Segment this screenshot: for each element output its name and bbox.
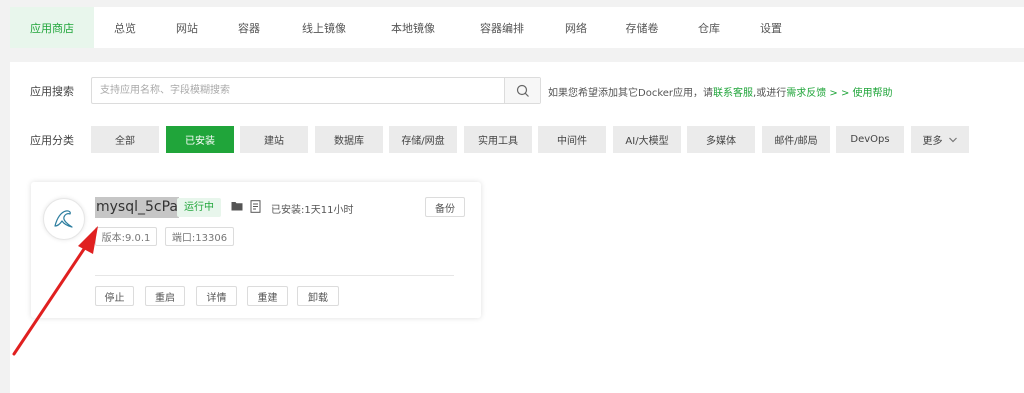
tab-app-store[interactable]: 应用商店 <box>10 7 94 48</box>
category-label: 应用分类 <box>30 134 74 147</box>
search-box <box>91 77 541 104</box>
mysql-dolphin-icon <box>54 210 73 228</box>
stop-button[interactable]: 停止 <box>95 286 134 306</box>
help-link[interactable]: > > 使用帮助 <box>826 88 892 99</box>
app-store-panel: 应用搜索 如果您希望添加其它Docker应用，请联系客服,或进行需求反馈 > >… <box>10 62 1024 393</box>
search-button[interactable] <box>504 78 540 103</box>
category-more-dropdown[interactable]: 更多 <box>911 126 969 153</box>
hint-text-middle: ,或进行 <box>753 88 787 99</box>
version-tag: 版本:9.0.1 <box>95 227 157 246</box>
tab-overview[interactable]: 总览 <box>94 7 156 48</box>
install-duration: 已安装:1天11小时 <box>271 205 354 216</box>
category-middleware[interactable]: 中间件 <box>538 126 606 153</box>
category-storage[interactable]: 存储/网盘 <box>389 126 457 153</box>
category-mail[interactable]: 邮件/邮局 <box>762 126 830 153</box>
card-divider <box>95 275 454 276</box>
hint-text: 如果您希望添加其它Docker应用，请 <box>548 88 714 99</box>
uninstall-button[interactable]: 卸载 <box>297 286 339 306</box>
tab-registry[interactable]: 仓库 <box>678 7 740 48</box>
more-label: 更多 <box>922 136 943 147</box>
category-tools[interactable]: 实用工具 <box>464 126 532 153</box>
top-nav: 应用商店 总览 网站 容器 线上镜像 本地镜像 容器编排 网络 存储卷 仓库 设… <box>10 7 1024 48</box>
details-button[interactable]: 详情 <box>196 286 237 306</box>
tab-containers[interactable]: 容器 <box>218 7 280 48</box>
search-input[interactable] <box>92 78 496 103</box>
tab-network[interactable]: 网络 <box>546 7 606 48</box>
restart-button[interactable]: 重启 <box>145 286 185 306</box>
backup-button[interactable]: 备份 <box>425 197 465 217</box>
tab-online-images[interactable]: 线上镜像 <box>280 7 368 48</box>
category-database[interactable]: 数据库 <box>315 126 383 153</box>
search-icon <box>516 84 529 97</box>
rebuild-button[interactable]: 重建 <box>247 286 288 306</box>
mysql-dolphin-icon <box>43 198 85 240</box>
folder-icon[interactable] <box>231 201 243 211</box>
category-website[interactable]: 建站 <box>240 126 308 153</box>
category-devops[interactable]: DevOps <box>836 126 904 153</box>
app-name: mysql_5cPa <box>95 197 179 218</box>
app-card: mysql_5cPa 运行中 已安装:1天11小时 备份 版本:9.0.1 端口… <box>31 182 481 318</box>
category-installed[interactable]: 已安装 <box>166 126 234 153</box>
search-label: 应用搜索 <box>30 85 74 98</box>
log-icon[interactable] <box>250 200 262 213</box>
tab-local-images[interactable]: 本地镜像 <box>368 7 458 48</box>
chevron-down-icon <box>948 137 957 142</box>
status-badge: 运行中 <box>177 198 221 217</box>
category-media[interactable]: 多媒体 <box>687 126 755 153</box>
docker-request-hint: 如果您希望添加其它Docker应用，请联系客服,或进行需求反馈 > > 使用帮助 <box>548 84 893 99</box>
tab-volumes[interactable]: 存储卷 <box>606 7 678 48</box>
category-ai[interactable]: AI/大模型 <box>613 126 681 153</box>
tab-websites[interactable]: 网站 <box>156 7 218 48</box>
feedback-link[interactable]: 需求反馈 <box>786 88 826 99</box>
tab-settings[interactable]: 设置 <box>740 7 802 48</box>
tab-compose[interactable]: 容器编排 <box>458 7 546 48</box>
contact-support-link[interactable]: 联系客服 <box>713 88 753 99</box>
port-tag: 端口:13306 <box>165 227 234 246</box>
category-all[interactable]: 全部 <box>91 126 159 153</box>
